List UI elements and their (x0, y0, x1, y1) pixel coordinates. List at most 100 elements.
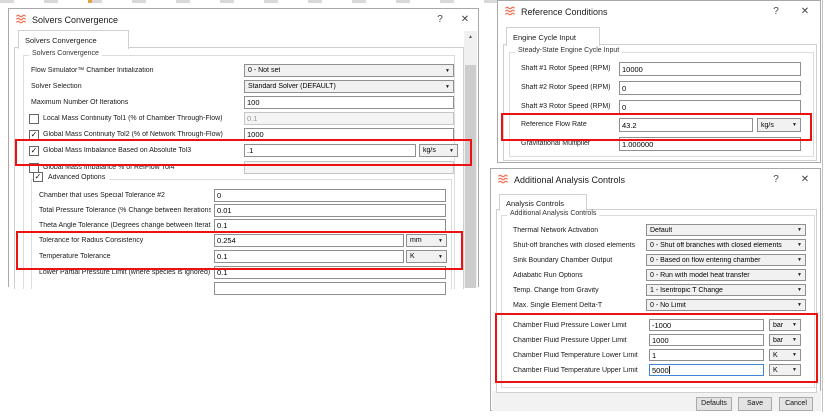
field-label: Shaft #3 Rotor Speed (RPM) (521, 103, 617, 110)
global-mass-tol2-checkbox[interactable]: ✓ (29, 130, 39, 140)
refflow-tol4-input (244, 161, 454, 174)
field-label: Local Mass Continuity Tol1 (% of Chamber… (43, 115, 241, 122)
temperature-lower-unit-select[interactable]: K ▼ (769, 349, 801, 361)
defaults-button[interactable]: Defaults (696, 397, 732, 411)
save-button[interactable]: Save (738, 397, 772, 411)
radius-consistency-input[interactable] (214, 234, 404, 247)
local-mass-tol1-input (244, 112, 454, 125)
advanced-options-legend: ✓ Advanced Options (33, 172, 109, 182)
cancel-button[interactable]: Cancel (779, 397, 813, 411)
adiabatic-run-select[interactable]: 0 - Run with model heat transfer ▼ (646, 269, 806, 281)
gravitational-multiplier-input[interactable] (619, 137, 801, 151)
shaft3-speed-input[interactable] (619, 100, 801, 114)
pressure-upper-unit-select[interactable]: bar ▼ (769, 334, 801, 346)
tab-analysis-controls[interactable]: Analysis Controls (499, 194, 587, 211)
pressure-lower-limit-input[interactable] (649, 319, 764, 331)
temperature-tolerance-input[interactable] (214, 250, 404, 263)
reference-conditions-dialog: Reference Conditions ? ✕ Engine Cycle In… (497, 0, 821, 163)
chevron-down-icon: ▼ (795, 272, 802, 278)
field-label: Lower Partial Pressure Limit (where spec… (39, 269, 211, 276)
temperature-tolerance-unit-select[interactable]: K ▼ (406, 250, 447, 263)
group-label: Steady-State Engine Cycle Input (515, 47, 622, 54)
help-button[interactable]: ? (768, 172, 784, 187)
field-label: Total Pressure Tolerance (% Change betwe… (39, 207, 211, 214)
field-label: Shaft #2 Rotor Speed (RPM) (521, 84, 617, 91)
total-pressure-tolerance-input[interactable] (214, 204, 446, 217)
chevron-down-icon: ▼ (790, 122, 797, 128)
radius-consistency-unit-select[interactable]: mm ▼ (406, 234, 447, 247)
local-mass-tol1-checkbox[interactable] (29, 114, 39, 124)
help-button[interactable]: ? (768, 4, 784, 19)
chevron-down-icon: ▼ (790, 322, 797, 328)
solvers-dialog-titlebar[interactable]: Solvers Convergence (9, 9, 478, 30)
temperature-upper-limit-input[interactable] (649, 364, 764, 376)
cropped-sliver-mark (88, 0, 92, 3)
window-edge-line (822, 0, 823, 412)
field-label: Global Mass Imbalance % of RefFlow Tol4 (43, 164, 241, 171)
close-icon[interactable]: ✕ (797, 172, 813, 187)
solvers-convergence-dialog: Solvers Convergence ? ✕ Solvers Converge… (8, 8, 479, 287)
chevron-down-icon: ▼ (790, 337, 797, 343)
selected-value: 0 - Not set (248, 67, 280, 74)
chevron-down-icon: ▼ (795, 287, 802, 293)
shaft2-speed-input[interactable] (619, 81, 801, 95)
field-label: Chamber Fluid Pressure Lower Limit (513, 322, 645, 329)
field-label: Shaft #1 Rotor Speed (RPM) (521, 65, 617, 72)
help-button[interactable]: ? (432, 12, 448, 27)
global-mass-tol3-unit-select[interactable]: kg/s ▼ (419, 144, 458, 157)
global-mass-tol3-checkbox[interactable]: ✓ (29, 146, 39, 156)
cropped-input[interactable] (214, 282, 446, 295)
advanced-options-checkbox[interactable]: ✓ (33, 172, 43, 182)
tab-engine-cycle-input[interactable]: Engine Cycle Input (506, 27, 600, 46)
max-delta-t-select[interactable]: 0 - No Limit ▼ (646, 299, 806, 311)
chamber-initialization-select[interactable]: 0 - Not set ▼ (244, 64, 454, 77)
field-label: Max. Single Element Delta-T (513, 302, 643, 309)
dialog-title: Solvers Convergence (32, 15, 118, 25)
selected-value: Standard Solver (DEFAULT) (248, 83, 336, 90)
reference-flow-rate-input[interactable] (619, 118, 753, 132)
chevron-down-icon: ▼ (790, 367, 797, 373)
selected-value: 0 - Shut off branches with closed elemen… (650, 242, 782, 249)
chevron-down-icon: ▼ (443, 68, 450, 74)
thermal-network-select[interactable]: Default ▼ (646, 224, 806, 236)
global-mass-tol3-input[interactable] (244, 144, 416, 157)
solver-selection-select[interactable]: Standard Solver (DEFAULT) ▼ (244, 80, 454, 93)
scrollbar-thumb[interactable] (465, 65, 476, 288)
chevron-down-icon: ▼ (447, 148, 454, 154)
selected-value: 1 - Isentropic T Change (650, 287, 723, 294)
dialog-title: Reference Conditions (521, 7, 608, 17)
selected-value: kg/s (761, 122, 774, 129)
field-label: Flow Simulator™ Chamber Initialization (31, 67, 231, 74)
selected-value: 0 - Based on flow entering chamber (650, 257, 761, 264)
pressure-upper-limit-input[interactable] (649, 334, 764, 346)
field-label: Chamber Fluid Temperature Upper Limit (513, 367, 645, 374)
reference-flow-rate-unit-select[interactable]: kg/s ▼ (757, 118, 801, 132)
special-tolerance-chamber-input[interactable] (214, 189, 446, 202)
gravity-temp-change-select[interactable]: 1 - Isentropic T Change ▼ (646, 284, 806, 296)
field-label: Reference Flow Rate (521, 121, 617, 128)
selected-value: bar (773, 322, 783, 329)
temperature-lower-limit-input[interactable] (649, 349, 764, 361)
close-icon[interactable]: ✕ (797, 4, 813, 19)
temperature-upper-unit-select[interactable]: K ▼ (769, 364, 801, 376)
tab-solvers-convergence[interactable]: Solvers Convergence (18, 30, 129, 49)
field-label: Global Mass Imbalance Based on Absolute … (43, 147, 241, 154)
vertical-scrollbar[interactable]: ▲ (464, 31, 477, 288)
theta-angle-tolerance-input[interactable] (214, 219, 446, 232)
scroll-up-icon[interactable]: ▲ (464, 31, 477, 43)
close-icon[interactable]: ✕ (457, 12, 473, 27)
shutoff-branches-select[interactable]: 0 - Shut off branches with closed elemen… (646, 239, 806, 251)
pressure-lower-unit-select[interactable]: bar ▼ (769, 319, 801, 331)
selected-value: K (773, 367, 778, 374)
field-label: Temp. Change from Gravity (513, 287, 643, 294)
chevron-down-icon: ▼ (436, 238, 443, 244)
sink-boundary-select[interactable]: 0 - Based on flow entering chamber ▼ (646, 254, 806, 266)
additional-analysis-controls-dialog: Additional Analysis Controls ? ✕ Analysi… (490, 168, 821, 411)
field-label: Theta Angle Tolerance (Degrees change be… (39, 222, 211, 229)
shaft1-speed-input[interactable] (619, 62, 801, 76)
global-mass-tol2-input[interactable] (244, 128, 454, 141)
field-label: Temperature Tolerance (39, 253, 211, 260)
chevron-down-icon: ▼ (790, 352, 797, 358)
max-iterations-input[interactable] (244, 96, 454, 109)
partial-pressure-limit-input[interactable] (214, 266, 446, 279)
